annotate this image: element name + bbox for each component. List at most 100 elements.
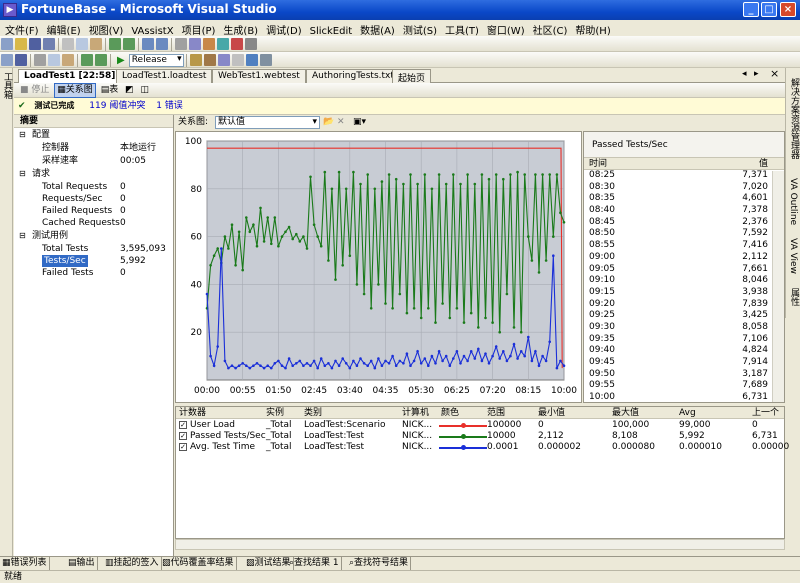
configuration-select[interactable]: Release — [128, 53, 184, 67]
maximize-button[interactable]: □ — [761, 2, 777, 17]
tab-error-list[interactable]: ▦错误列表 — [0, 557, 50, 570]
command-icon[interactable] — [245, 54, 258, 66]
tab-webtest[interactable]: WebTest1.webtest — [212, 69, 306, 83]
menu-view[interactable]: 视图(V) — [84, 20, 127, 37]
view-graph-icon[interactable]: ◩ — [123, 84, 136, 97]
undo-icon[interactable] — [109, 38, 121, 50]
tab-loadtest-run[interactable]: LoadTest1 [22:58] — [18, 69, 122, 83]
properties-icon[interactable] — [203, 38, 215, 50]
new-file-icon[interactable] — [1, 38, 13, 50]
copy-icon[interactable] — [76, 38, 88, 50]
col-counter[interactable]: 计数器 — [179, 407, 206, 419]
col-computer[interactable]: 计算机 — [402, 407, 429, 419]
tab-find-results-1[interactable]: ⌕查找结果 1 — [287, 557, 342, 570]
counter-row[interactable]: ✓ User Load _Total LoadTest:Scenario NICK...… — [176, 420, 784, 431]
paste-icon[interactable] — [90, 38, 102, 50]
collapse-icon[interactable]: ⊟ — [19, 129, 26, 141]
table-row[interactable]: 09:15 3,938 — [584, 287, 784, 299]
open-graph-icon[interactable]: 📂 — [323, 115, 334, 130]
tab-output[interactable]: ▤输出 — [66, 557, 98, 570]
table-row[interactable]: 08:25 7,371 — [584, 170, 784, 182]
tab-find-symbol[interactable]: ⌕查找符号结果 — [347, 557, 412, 570]
tab-close-icon[interactable]: × — [770, 67, 779, 80]
col-time[interactable]: 时间 — [589, 158, 607, 170]
table-row[interactable]: 09:05 7,661 — [584, 264, 784, 276]
table-row[interactable]: 09:40 4,824 — [584, 345, 784, 357]
table-row[interactable]: 08:50 7,592 — [584, 228, 784, 240]
menu-build[interactable]: 生成(B) — [218, 20, 261, 37]
col-last[interactable]: 上一个 — [752, 407, 779, 419]
table-row[interactable]: 09:55 7,689 — [584, 380, 784, 392]
delete-graph-icon[interactable]: ✕ — [337, 115, 345, 130]
menu-community[interactable]: 社区(C) — [528, 20, 571, 37]
toolbox-strip[interactable]: 工具箱 — [0, 68, 13, 556]
more-icon[interactable] — [245, 38, 257, 50]
tables-button[interactable]: ▤表 — [99, 84, 121, 97]
screen-icon[interactable] — [259, 54, 272, 66]
table-row[interactable]: 09:00 2,112 — [584, 252, 784, 264]
navigate-forward-icon[interactable] — [156, 38, 168, 50]
errors-link[interactable]: 1 错误 — [156, 101, 183, 111]
table-row[interactable]: 09:30 8,058 — [584, 322, 784, 334]
toolbox-icon[interactable] — [217, 38, 229, 50]
table-row[interactable]: 09:25 3,425 — [584, 310, 784, 322]
minimize-button[interactable]: _ — [743, 2, 759, 17]
graph-select[interactable]: 默认值 ▾ — [215, 116, 320, 129]
undo-icon-2[interactable] — [81, 54, 93, 66]
tab-start-page[interactable]: 起始页 — [392, 69, 432, 84]
horizontal-scrollbar[interactable] — [175, 539, 785, 550]
menu-edit[interactable]: 编辑(E) — [42, 20, 84, 37]
tab-scroll-left-icon[interactable]: ◂ — [742, 69, 747, 79]
table-row[interactable]: 09:35 7,106 — [584, 334, 784, 346]
threshold-violations-link[interactable]: 119 阈值冲突 — [89, 101, 145, 111]
copy-icon-2[interactable] — [48, 54, 60, 66]
table-row[interactable]: 08:35 4,601 — [584, 193, 784, 205]
counter-row[interactable]: ✓ Passed Tests/Sec _Total LoadTest:Test NICK… — [176, 431, 784, 442]
counter-checkbox[interactable]: ✓ — [179, 432, 187, 440]
collapse-icon[interactable]: ⊟ — [19, 230, 26, 242]
table-row[interactable]: 09:45 7,914 — [584, 357, 784, 369]
rebuild-icon[interactable] — [203, 54, 216, 66]
table-row[interactable]: 09:50 3,187 — [584, 369, 784, 381]
tests-per-sec-label[interactable]: Tests/Sec — [42, 255, 88, 267]
windows-icon[interactable] — [217, 54, 230, 66]
menu-tools[interactable]: 工具(T) — [440, 20, 482, 37]
table-row[interactable]: 10:00 6,731 — [584, 392, 784, 404]
menu-file[interactable]: 文件(F) — [0, 20, 42, 37]
project-icon[interactable] — [1, 54, 13, 66]
col-range[interactable]: 范围 — [487, 407, 505, 419]
graph-options-icon[interactable]: ▣▾ — [353, 115, 366, 130]
build-icon[interactable] — [189, 54, 202, 66]
open-icon[interactable] — [15, 38, 27, 50]
table-row[interactable]: 08:55 7,416 — [584, 240, 784, 252]
tab-authoring-tests[interactable]: AuthoringTests.txt — [306, 69, 400, 83]
counter-row[interactable]: ✓ Avg. Test Time _Total LoadTest:Test NICK..… — [176, 442, 789, 453]
menu-data[interactable]: 数据(A) — [355, 20, 398, 37]
menu-test[interactable]: 测试(S) — [398, 20, 440, 37]
object-browser-icon[interactable] — [231, 38, 243, 50]
tab-loadtest-file[interactable]: LoadTest1.loadtest — [116, 69, 213, 83]
table-scrollbar[interactable] — [772, 171, 784, 402]
col-color[interactable]: 颜色 — [441, 407, 459, 419]
save-icon-2[interactable] — [15, 54, 27, 66]
table-row[interactable]: 08:30 7,020 — [584, 182, 784, 194]
solution-explorer-tab[interactable]: 解决方案资源管理器 — [788, 78, 800, 159]
save-all-icon[interactable] — [43, 38, 55, 50]
counter-checkbox[interactable]: ✓ — [179, 443, 187, 451]
navigate-back-icon[interactable] — [142, 38, 154, 50]
collapse-icon[interactable]: ⊟ — [19, 168, 26, 180]
tab-scroll-right-icon[interactable]: ▸ — [754, 69, 759, 79]
col-min[interactable]: 最小值 — [538, 407, 565, 419]
table-row[interactable]: 09:20 7,839 — [584, 299, 784, 311]
redo-icon[interactable] — [123, 38, 135, 50]
col-avg[interactable]: Avg — [679, 407, 696, 419]
table-row[interactable]: 09:10 8,046 — [584, 275, 784, 287]
col-value[interactable]: 值 — [759, 158, 768, 170]
cut-icon[interactable] — [62, 38, 74, 50]
close-button[interactable]: × — [780, 2, 796, 17]
col-category[interactable]: 类别 — [304, 407, 322, 419]
start-debug-icon[interactable]: ▶ — [117, 55, 125, 66]
table-row[interactable]: 08:45 2,376 — [584, 217, 784, 229]
solution-explorer-icon[interactable] — [189, 38, 201, 50]
table-row[interactable]: 08:40 7,378 — [584, 205, 784, 217]
